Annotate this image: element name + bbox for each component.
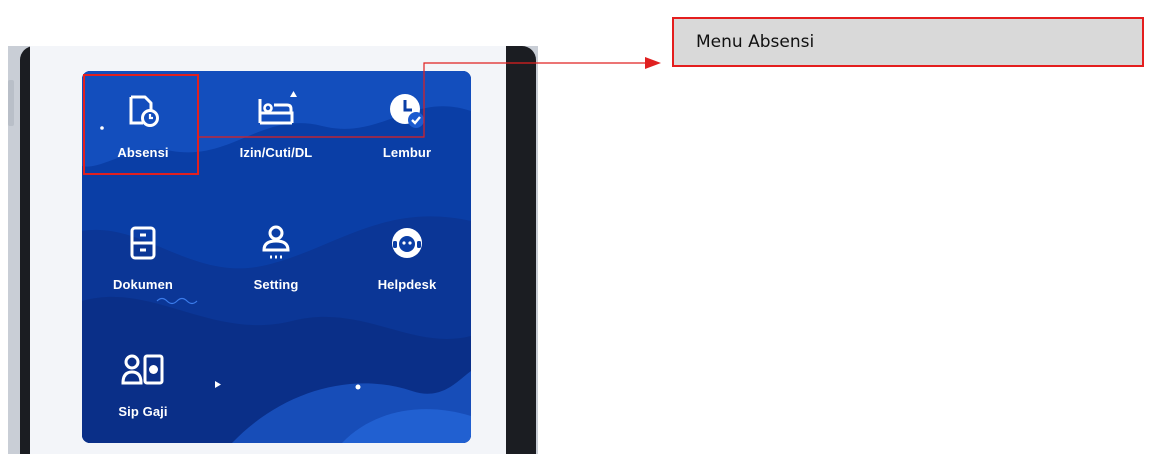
menu-label: Lembur — [382, 145, 432, 160]
callout-text: Menu Absensi — [696, 32, 815, 52]
menu-label: Setting — [253, 277, 299, 292]
callout-box: Menu Absensi — [672, 17, 1144, 67]
absensi-highlight — [83, 74, 199, 175]
bed-icon — [254, 89, 298, 133]
clock-check-icon — [385, 89, 429, 133]
menu-item-lembur[interactable]: Lembur — [348, 71, 466, 175]
phone-side-button — [8, 80, 14, 126]
user-settings-icon — [254, 221, 298, 265]
menu-item-setting[interactable]: Setting — [217, 203, 335, 307]
menu-label: Helpdesk — [377, 277, 437, 292]
cabinet-icon — [121, 221, 165, 265]
menu-label: Sip Gaji — [118, 404, 168, 419]
menu-label: Izin/Cuti/DL — [239, 145, 313, 160]
menu-item-helpdesk[interactable]: Helpdesk — [348, 203, 466, 307]
menu-item-dokumen[interactable]: Dokumen — [84, 203, 202, 307]
menu-item-sip-gaji[interactable]: Sip Gaji — [84, 330, 202, 434]
headset-icon — [385, 221, 429, 265]
menu-label: Dokumen — [113, 277, 173, 292]
menu-item-izin-cuti-dl[interactable]: Izin/Cuti/DL — [217, 71, 335, 175]
payslip-icon — [121, 348, 165, 392]
